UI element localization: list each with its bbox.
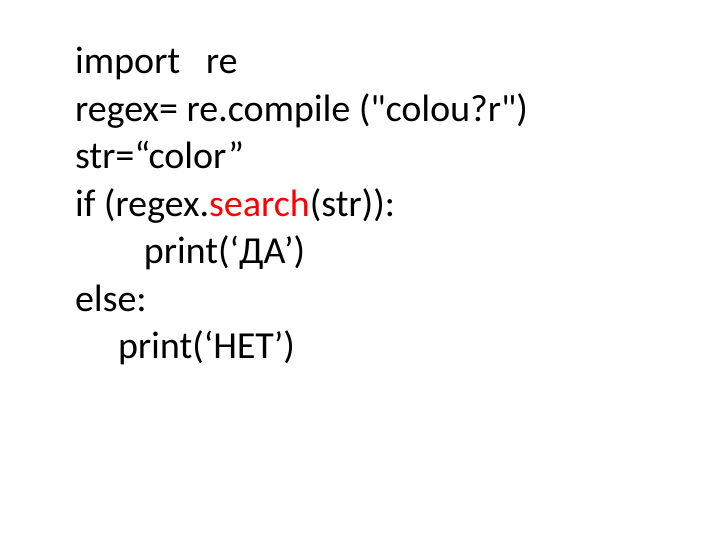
code-line-5: print(‘ДА’) <box>75 228 720 276</box>
code-line-4-suffix: (str)): <box>310 181 395 227</box>
code-line-4: if (regex.search(str)): <box>75 181 720 229</box>
highlight-search: search <box>209 181 310 227</box>
code-line-3: str=“color” <box>75 133 720 181</box>
code-line-6: еlse: <box>75 276 720 324</box>
code-line-7: print(‘НЕТ’) <box>75 323 720 371</box>
slide-body: import re regex= re.compile ("colou?r") … <box>0 0 720 540</box>
code-line-1: import re <box>75 38 720 86</box>
code-line-2: regex= re.compile ("colou?r") <box>75 86 720 134</box>
code-line-4-prefix: if (regex. <box>75 181 209 227</box>
